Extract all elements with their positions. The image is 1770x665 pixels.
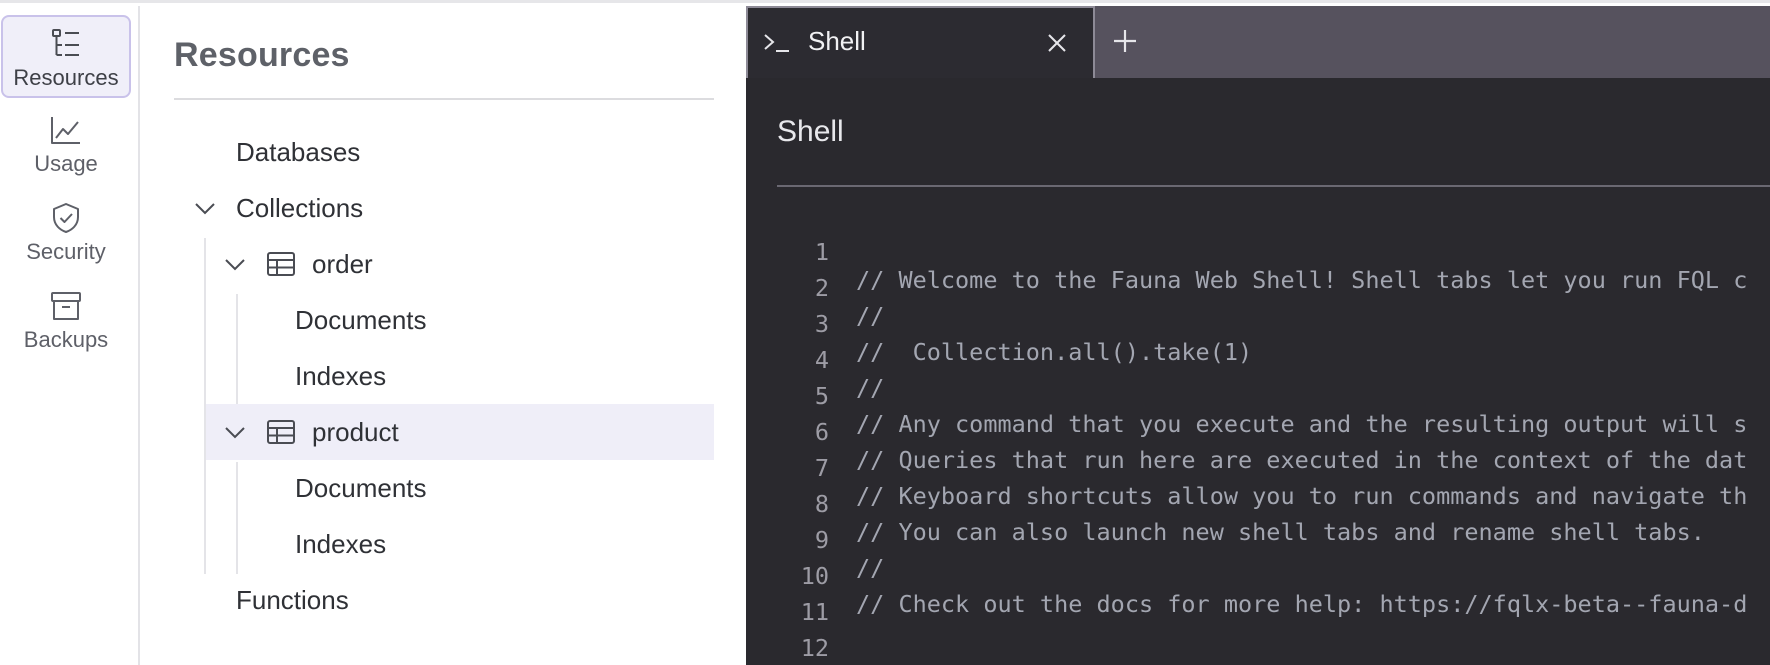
tree-item-databases[interactable]: Databases xyxy=(140,124,714,180)
code-line: 4 // xyxy=(746,314,1770,402)
code-editor[interactable]: 1 // Welcome to the Fauna Web Shell! She… xyxy=(746,206,1770,665)
terminal-prompt-icon xyxy=(764,34,789,52)
divider xyxy=(777,185,1770,187)
nav-item-usage[interactable]: Usage xyxy=(0,103,132,186)
tree-item-order-indexes[interactable]: Indexes xyxy=(238,348,714,404)
tree-item-label: Indexes xyxy=(295,360,387,391)
tree-item-label: product xyxy=(312,416,399,447)
app-window: Resources Usage Security Backups Resourc… xyxy=(0,0,1770,665)
tree-item-label: Documents xyxy=(295,472,427,503)
shell-panel: Shell Shell 1 // Welcome to the Fauna We… xyxy=(746,6,1770,665)
code-line: 8 // You can also launch new shell tabs … xyxy=(746,458,1770,546)
tree-item-product[interactable]: product xyxy=(206,404,714,460)
tree-item-functions[interactable]: Functions xyxy=(140,572,714,628)
code-line: 2 // xyxy=(746,242,1770,330)
tree-item-label: Indexes xyxy=(295,528,387,559)
resources-panel: Resources Databases Collections order Do… xyxy=(140,6,746,665)
tree-item-order[interactable]: order xyxy=(206,236,714,292)
tree-item-product-documents[interactable]: Documents xyxy=(238,460,714,516)
tree-item-collections[interactable]: Collections xyxy=(140,180,714,236)
panel-title: Resources xyxy=(174,36,350,74)
nav-item-label: Security xyxy=(26,239,106,264)
nav-item-label: Backups xyxy=(23,327,109,352)
chevron-down-icon[interactable] xyxy=(222,251,248,277)
tab-label: Shell xyxy=(808,26,866,56)
code-line: 3 // Collection.all().take(1) xyxy=(746,278,1770,366)
code-line: 7 // Keyboard shortcuts allow you to run… xyxy=(746,422,1770,510)
tree-item-product-indexes[interactable]: Indexes xyxy=(238,516,714,572)
nav-item-backups[interactable]: Backups xyxy=(0,279,132,362)
code-line: 12 xyxy=(746,602,1770,662)
nav-item-security[interactable]: Security xyxy=(0,191,132,274)
table-icon xyxy=(267,252,295,276)
close-icon[interactable] xyxy=(1044,30,1070,56)
tab-shell[interactable]: Shell xyxy=(746,6,1095,78)
archive-box-icon xyxy=(51,292,81,320)
nav-rail: Resources Usage Security Backups xyxy=(0,6,140,665)
chevron-down-icon[interactable] xyxy=(192,195,218,221)
chevron-down-icon[interactable] xyxy=(222,419,248,445)
code-line: 6 // Queries that run here are executed … xyxy=(746,386,1770,474)
chart-line-icon xyxy=(51,117,80,144)
code-line: 10 // Check out the docs for more help: … xyxy=(746,530,1770,618)
table-icon xyxy=(267,420,295,444)
tree-item-label: order xyxy=(312,248,373,279)
tree-item-label: Documents xyxy=(295,304,427,335)
line-number: 12 xyxy=(800,634,829,662)
tree-list-icon xyxy=(52,29,79,56)
divider xyxy=(174,98,714,100)
add-tab-icon[interactable] xyxy=(1110,26,1140,56)
code-line: 9 // xyxy=(746,494,1770,582)
code-line: 1 // Welcome to the Fauna Web Shell! She… xyxy=(746,206,1770,294)
shell-title: Shell xyxy=(777,115,844,148)
tab-bar: Shell xyxy=(746,6,1770,78)
code-line: 5 // Any command that you execute and th… xyxy=(746,350,1770,438)
shield-check-icon xyxy=(53,203,79,233)
tree-item-label: Collections xyxy=(236,192,364,223)
nav-item-label: Resources xyxy=(13,65,119,90)
tree-item-order-documents[interactable]: Documents xyxy=(238,292,714,348)
nav-item-resources[interactable]: Resources xyxy=(1,15,131,98)
tree-item-label: Functions xyxy=(236,584,349,615)
code-line: 11 xyxy=(746,566,1770,626)
nav-item-label: Usage xyxy=(34,151,98,176)
tree-item-label: Databases xyxy=(236,136,361,167)
